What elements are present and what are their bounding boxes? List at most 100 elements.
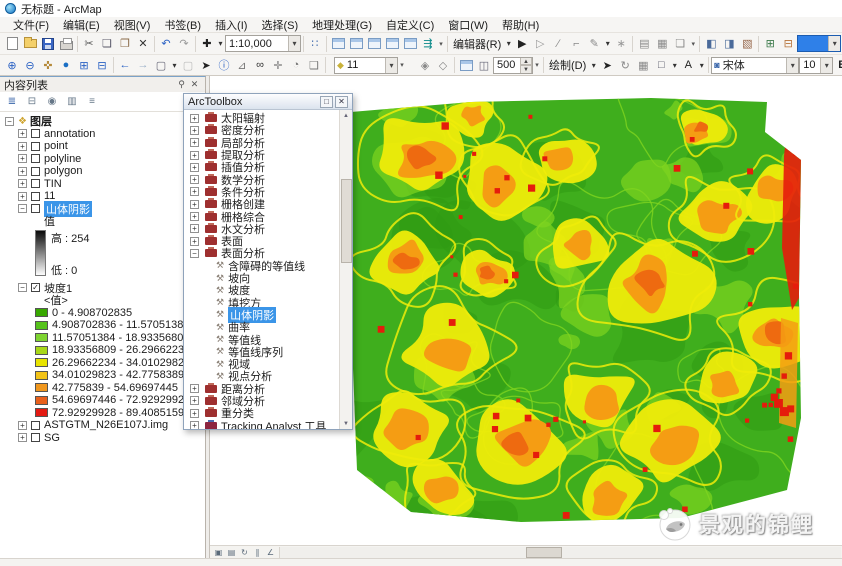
menu-selection[interactable]: 选择(S) [254,17,305,33]
arctoolbox-scrollbar-thumb[interactable] [341,179,352,263]
menu-file[interactable]: 文件(F) [6,17,56,33]
text-tool-button[interactable]: A [679,56,697,74]
menu-geoprocessing[interactable]: 地理处理(G) [305,17,379,33]
expander-icon[interactable]: − [18,283,27,292]
layer-label[interactable]: point [44,140,68,152]
standard-toolbar-overflow[interactable]: ▾ [437,40,445,48]
resolution-spinner[interactable]: 500▲▼ [493,57,533,74]
copy-button[interactable]: ❏ [98,35,116,53]
arctoolbox-restore-icon[interactable]: □ [320,96,333,108]
expander-icon[interactable]: + [190,175,199,184]
zoom-out-button[interactable]: ⊖ [21,56,39,74]
bold-button[interactable]: B [833,56,842,74]
swipe-layer-button[interactable]: ◫ [475,56,493,74]
find-button[interactable]: ∞ [251,56,269,74]
new-document-button[interactable] [3,35,21,53]
expander-icon[interactable]: + [190,212,199,221]
editor-tracking-button[interactable]: ∷ [306,35,324,53]
layer-checkbox[interactable] [31,421,40,430]
menu-edit[interactable]: 编辑(E) [56,17,107,33]
layer-checkbox[interactable]: ✓ [31,283,40,292]
data-view-button[interactable]: ▣ [213,547,224,558]
search-window-button[interactable] [365,35,383,53]
free-select-button[interactable]: ▦ [634,56,652,74]
python-window-button[interactable] [401,35,419,53]
arctoolbox-scrollbar[interactable]: ▲ ▼ [339,110,352,429]
sketch-properties-button[interactable]: ▧ [738,35,756,53]
text-dropdown[interactable]: ▾ [697,61,706,70]
clear-selection-button[interactable]: ▢ [179,56,197,74]
html-popup-button[interactable]: ❑ [305,56,323,74]
raster-toolbar-overflow[interactable]: ▾ [533,61,541,69]
catalog-window-button[interactable] [347,35,365,53]
expander-icon[interactable]: + [18,129,27,138]
toc-options-button[interactable]: ≡ [84,94,100,110]
menu-customize[interactable]: 自定义(C) [379,17,441,33]
chevron-down-icon[interactable]: ▾ [820,58,832,73]
back-extent-button[interactable]: ← [116,56,134,74]
edit-annotation-tool-button[interactable]: ▷ [531,35,549,53]
select-features-dropdown[interactable]: ▾ [170,61,179,70]
layout-view-button[interactable]: ▤ [226,547,237,558]
add-data-button[interactable]: ✚ [198,35,216,53]
print-button[interactable] [57,35,75,53]
full-extent-button[interactable]: ● [57,56,75,74]
cut-polygons-button[interactable]: ▤ [635,35,653,53]
trace-tool-button[interactable]: ✎ [585,35,603,53]
layer-label[interactable]: ASTGTM_N26E107J.img [44,419,168,431]
rotate-element-button[interactable]: ↻ [616,56,634,74]
measure-button[interactable]: ⊿ [233,56,251,74]
select-elements-button[interactable]: ➤ [197,56,215,74]
expander-icon[interactable]: + [190,384,199,393]
current-layer-combo[interactable]: ◆11▾ [334,57,398,74]
straight-segment-button[interactable]: ∕ [549,35,567,53]
editor-toolbar-overflow[interactable]: ▾ [689,40,697,48]
horizontal-scrollbar[interactable] [280,547,841,558]
draw-menu-dropdown[interactable]: ▾ [589,61,598,70]
expander-icon[interactable]: + [190,200,199,209]
expander-icon[interactable]: + [190,138,199,147]
draw-menu[interactable]: 绘制(D) [546,57,589,73]
refresh-view-button[interactable]: ↻ [239,547,250,558]
spin-down-icon[interactable]: ▼ [520,65,532,74]
toolset-label[interactable]: Tracking Analyst 工具 [221,418,326,429]
layer-checkbox[interactable] [31,129,40,138]
list-by-drawing-order-button[interactable]: ≣ [4,94,20,110]
add-data-dropdown[interactable]: ▾ [216,39,225,48]
expander-icon[interactable]: − [190,249,199,258]
paste-button[interactable]: ❐ [116,35,134,53]
scroll-up-icon[interactable]: ▲ [343,110,349,121]
zoom-in-button[interactable]: ⊕ [3,56,21,74]
select-features-button[interactable]: ▢ [152,56,170,74]
forward-extent-button[interactable]: → [134,56,152,74]
menu-bookmarks[interactable]: 书签(B) [157,17,208,33]
list-by-source-button[interactable]: ⊟ [24,94,40,110]
create-features-button[interactable]: ◧ [702,35,720,53]
map-topology-button[interactable]: ◇ [434,56,452,74]
layer-label[interactable]: SG [44,432,60,444]
expander-icon[interactable]: + [18,433,27,442]
endpoint-arc-button[interactable]: ⌐ [567,35,585,53]
layer-checkbox[interactable] [31,154,40,163]
arctoolbox-close-icon[interactable]: ✕ [335,96,348,108]
edit-tool-button[interactable]: ▶ [513,35,531,53]
font-combo[interactable]: ◙宋体▾ [711,57,799,74]
delete-button[interactable]: ✕ [134,35,152,53]
split-tool-button[interactable]: ❏ [671,35,689,53]
table-of-contents-button[interactable] [329,35,347,53]
expander-icon[interactable]: + [190,421,199,429]
expander-icon[interactable]: + [190,163,199,172]
fixed-zoom-in-button[interactable]: ⊞ [75,56,93,74]
expander-icon[interactable]: + [18,142,27,151]
horizontal-scrollbar-thumb[interactable] [526,547,562,558]
snap-indicator-button[interactable]: ∠ [265,547,276,558]
toc-close-icon[interactable]: ✕ [188,79,201,90]
expander-icon[interactable]: − [5,117,14,126]
chevron-down-icon[interactable]: ▾ [385,58,397,73]
menu-view[interactable]: 视图(V) [107,17,158,33]
layer-checkbox[interactable] [31,204,40,213]
menu-window[interactable]: 窗口(W) [441,17,495,33]
construction-dropdown[interactable]: ▾ [603,39,612,48]
arctoolbox-title-bar[interactable]: ArcToolbox □ ✕ [184,94,352,110]
expander-icon[interactable]: + [190,126,199,135]
